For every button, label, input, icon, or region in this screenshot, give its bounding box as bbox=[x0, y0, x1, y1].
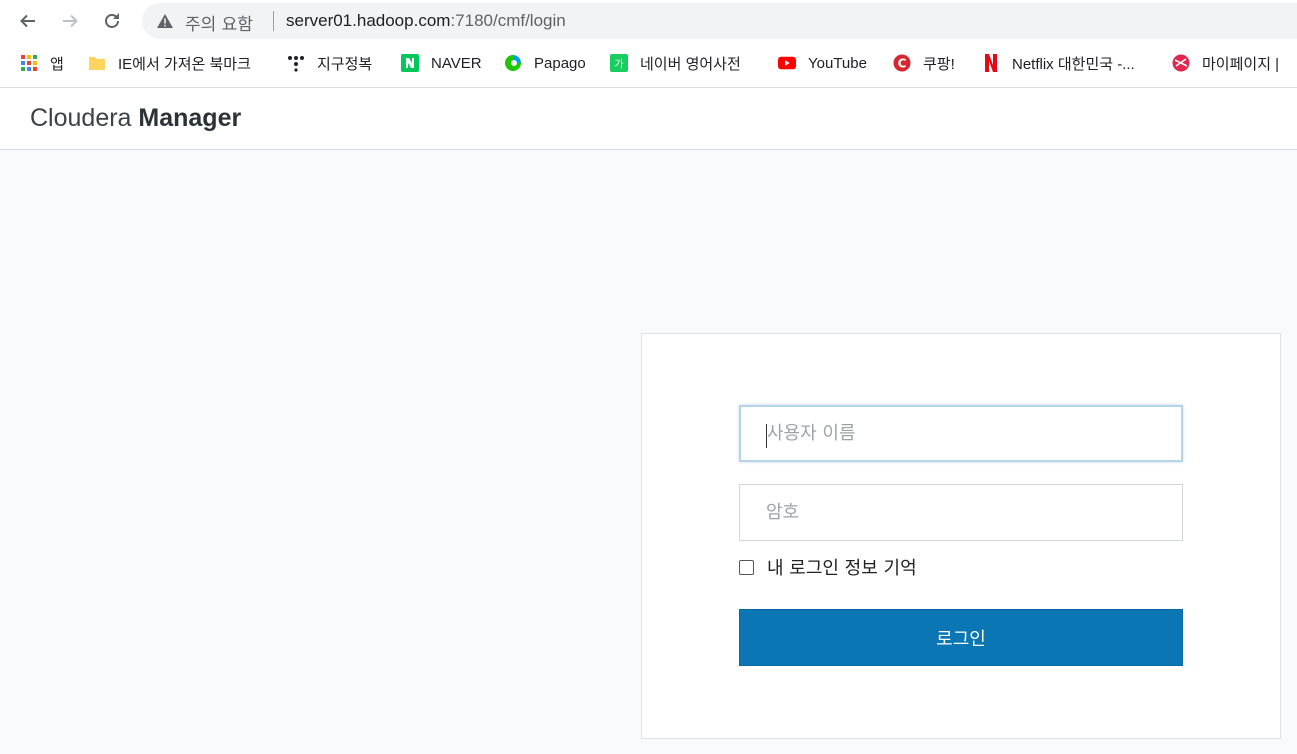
bookmark-label: NAVER bbox=[431, 54, 482, 72]
bookmark-coupang[interactable]: C 쿠팡! bbox=[893, 52, 955, 74]
bookmark-mypage[interactable]: 마이페이지 | bbox=[1172, 52, 1279, 74]
bookmark-label: IE에서 가져온 북마크 bbox=[118, 55, 251, 73]
password-input[interactable] bbox=[739, 484, 1183, 541]
bookmark-label: 쿠팡! bbox=[923, 55, 955, 73]
bookmark-label: 앱 bbox=[50, 55, 64, 73]
netflix-icon bbox=[982, 54, 1000, 72]
back-button[interactable] bbox=[14, 7, 42, 35]
papago-icon bbox=[504, 54, 522, 72]
address-bar[interactable]: 주의 요함 server01.hadoop.com:7180/cmf/login bbox=[142, 3, 1297, 39]
folder-icon bbox=[88, 54, 106, 72]
bookmark-label: Netflix 대한민국 -... bbox=[1012, 55, 1135, 73]
bookmark-youtube[interactable]: YouTube bbox=[778, 52, 867, 74]
bookmarks-bar: 앱 IE에서 가져온 북마크 지구정복 NAVER Papago 가 네이버 영… bbox=[0, 42, 1297, 88]
login-card: 내 로그인 정보 기억 로그인 bbox=[641, 333, 1281, 739]
naver-icon bbox=[401, 54, 419, 72]
naver-dictionary-icon: 가 bbox=[610, 54, 628, 72]
url-text[interactable]: server01.hadoop.com:7180/cmf/login bbox=[286, 11, 566, 31]
reload-icon bbox=[105, 13, 119, 28]
url-host: server01.hadoop.com bbox=[286, 11, 451, 30]
remember-me-label[interactable]: 내 로그인 정보 기억 bbox=[767, 554, 917, 580]
svg-text:가: 가 bbox=[614, 59, 623, 71]
login-page-body: 내 로그인 정보 기억 로그인 bbox=[0, 150, 1297, 754]
reload-button[interactable] bbox=[98, 7, 126, 35]
bookmark-label: 네이버 영어사전 bbox=[640, 55, 741, 73]
username-input[interactable] bbox=[739, 405, 1183, 462]
bookmark-label: YouTube bbox=[808, 54, 867, 72]
forward-button[interactable] bbox=[56, 7, 84, 35]
text-caret bbox=[766, 424, 767, 448]
coupang-icon: C bbox=[893, 54, 911, 72]
apps-grid-icon bbox=[20, 54, 38, 72]
bookmark-naver-dictionary[interactable]: 가 네이버 영어사전 bbox=[610, 52, 741, 74]
mypage-icon bbox=[1172, 54, 1190, 72]
svg-text:C: C bbox=[898, 57, 907, 71]
arrow-left-icon bbox=[20, 14, 35, 28]
youtube-icon bbox=[778, 54, 796, 72]
url-path: :7180/cmf/login bbox=[450, 11, 566, 30]
bookmark-naver[interactable]: NAVER bbox=[401, 52, 482, 74]
security-status-label[interactable]: 주의 요함 bbox=[185, 10, 253, 35]
bookmark-label: 지구정복 bbox=[317, 55, 373, 73]
bookmark-papago[interactable]: Papago bbox=[504, 52, 586, 74]
dots-icon bbox=[287, 54, 305, 72]
bookmark-netflix[interactable]: Netflix 대한민국 -... bbox=[982, 52, 1135, 74]
arrow-right-icon bbox=[63, 14, 78, 28]
remember-me-checkbox[interactable] bbox=[739, 559, 754, 575]
warning-icon bbox=[157, 14, 173, 28]
address-separator bbox=[273, 11, 274, 31]
bookmark-apps[interactable]: 앱 bbox=[20, 52, 64, 74]
app-header: Cloudera Manager bbox=[0, 88, 1297, 150]
brand-product: Manager bbox=[138, 104, 242, 132]
cloudera-manager-logo[interactable]: Cloudera Manager bbox=[30, 104, 241, 133]
bookmark-jigu[interactable]: 지구정복 bbox=[287, 52, 372, 74]
browser-toolbar: 주의 요함 server01.hadoop.com:7180/cmf/login bbox=[0, 0, 1297, 42]
bookmark-ie-folder[interactable]: IE에서 가져온 북마크 bbox=[88, 52, 251, 74]
remember-me[interactable]: 내 로그인 정보 기억 bbox=[739, 554, 917, 580]
login-button[interactable]: 로그인 bbox=[739, 609, 1183, 666]
bookmark-label: 마이페이지 | bbox=[1202, 55, 1280, 73]
brand-name: Cloudera bbox=[30, 104, 139, 132]
bookmark-label: Papago bbox=[534, 54, 586, 72]
